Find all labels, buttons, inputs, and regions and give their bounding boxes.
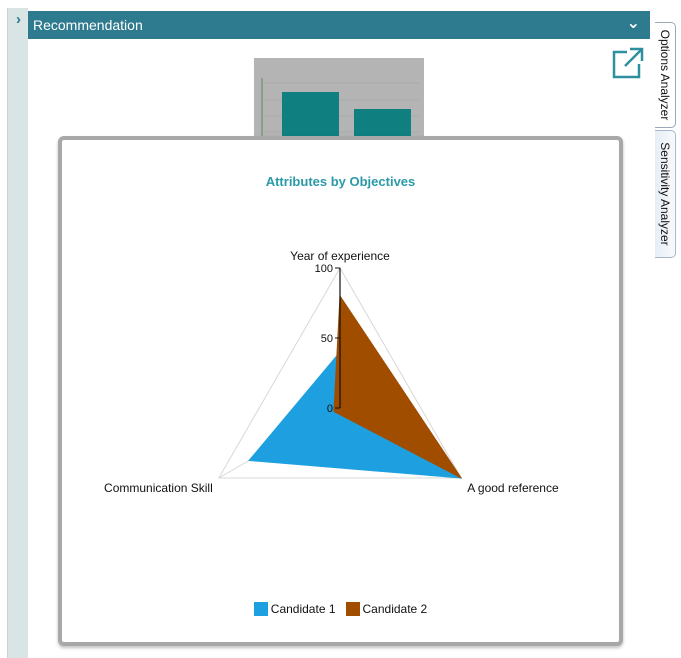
left-collapse-rail[interactable]: › xyxy=(7,8,29,658)
expand-chevron-icon[interactable]: › xyxy=(8,9,29,30)
chart-legend: Candidate 1 Candidate 2 xyxy=(62,602,619,616)
collapse-chevron-icon[interactable]: ⌄ xyxy=(627,13,640,33)
axis-label: Communication Skill xyxy=(104,481,213,495)
panel-header[interactable]: Recommendation ⌄ xyxy=(28,11,650,39)
chart-thumbnail[interactable] xyxy=(254,58,424,146)
tab-label: Sensitivity Analyzer xyxy=(658,142,672,246)
legend-swatch xyxy=(253,602,268,616)
panel-title: Recommendation xyxy=(33,17,143,33)
tab-label: Options Analyzer xyxy=(658,29,672,121)
legend-item-candidate-1: Candidate 1 xyxy=(253,602,336,616)
radial-tick-label: 0 xyxy=(327,403,333,415)
legend-item-candidate-2: Candidate 2 xyxy=(345,602,428,616)
tab-sensitivity-analyzer[interactable]: Sensitivity Analyzer xyxy=(655,130,676,258)
radar-chart: 0 50 100Year of experience A good reference… xyxy=(104,249,559,495)
axis-label: Year of experience xyxy=(290,249,390,263)
legend-swatch xyxy=(345,602,360,616)
popout-icon[interactable] xyxy=(611,46,645,80)
recommendation-panel: Recommendation ⌄ Attributes by Objective… xyxy=(28,8,652,658)
radial-tick-label: 50 xyxy=(321,333,333,345)
side-tab-strip: Options Analyzer Sensitivity Analyzer xyxy=(651,8,681,658)
tab-options-analyzer[interactable]: Options Analyzer xyxy=(655,22,676,128)
radar-chart-card: Attributes by Objectives 0 50 100 Year of e… xyxy=(58,136,623,646)
legend-label: Candidate 2 xyxy=(362,602,428,616)
axis-label: A good reference xyxy=(467,481,559,495)
legend-label: Candidate 1 xyxy=(270,602,336,616)
radial-tick-label: 100 xyxy=(315,263,333,275)
